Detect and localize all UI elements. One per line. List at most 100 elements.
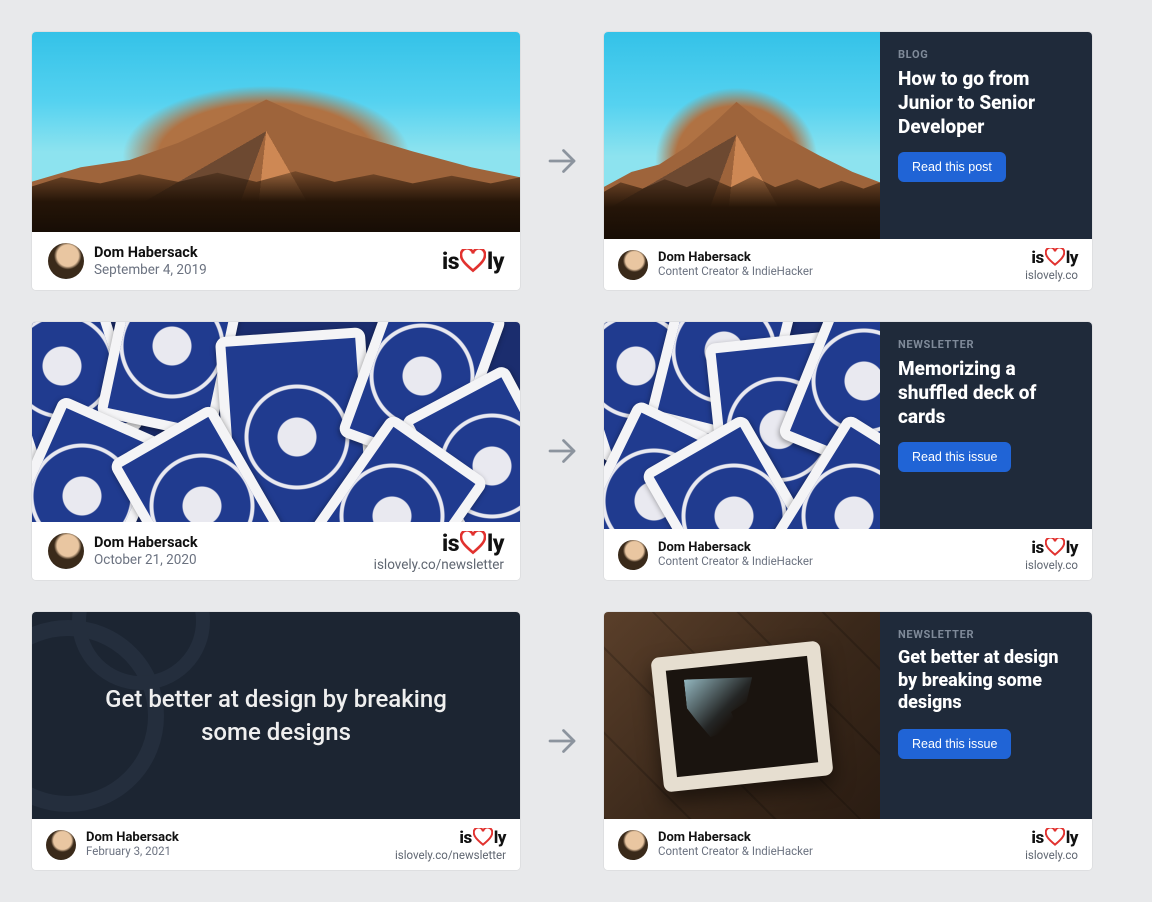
arrow-icon [544, 143, 580, 179]
site-url: islovely.co [1025, 268, 1078, 282]
comparison-row: Dom Habersack October 21, 2020 is ly isl… [32, 322, 1120, 580]
brand-suffix: ly [1066, 538, 1078, 558]
author-name: Dom Habersack [94, 244, 207, 261]
author-block: Dom Habersack Content Creator & IndieHac… [618, 250, 813, 280]
post-date: February 3, 2021 [86, 845, 179, 859]
after-card: NEWSLETTER Get better at design by break… [604, 612, 1092, 870]
brand-logo: is ly [374, 530, 504, 557]
author-name: Dom Habersack [658, 250, 813, 266]
avatar [48, 533, 84, 569]
author-role: Content Creator & IndieHacker [658, 845, 813, 859]
brand-suffix: ly [487, 248, 504, 275]
arrow-icon [544, 723, 580, 759]
brand-logo: is ly [442, 248, 504, 275]
heart-icon [460, 531, 486, 555]
card-footer: Dom Habersack October 21, 2020 is ly isl… [32, 522, 520, 580]
site-url: islovely.co/newsletter [374, 557, 504, 573]
site-url: islovely.co/newsletter [395, 848, 506, 862]
site-url: islovely.co [1025, 848, 1078, 862]
heart-icon [460, 249, 486, 273]
avatar [618, 540, 648, 570]
before-card: Dom Habersack September 4, 2019 is ly [32, 32, 520, 290]
comparison-row: Dom Habersack September 4, 2019 is ly [32, 32, 1120, 290]
author-name: Dom Habersack [658, 540, 813, 556]
comparison-grid: Dom Habersack September 4, 2019 is ly [32, 32, 1120, 870]
after-card: BLOG How to go from Junior to Senior Dev… [604, 32, 1092, 290]
brand-logo: is ly [1025, 248, 1078, 268]
author-block: Dom Habersack February 3, 2021 [46, 830, 179, 860]
author-name: Dom Habersack [94, 534, 198, 551]
author-block: Dom Habersack October 21, 2020 [48, 533, 198, 569]
heart-icon [1045, 538, 1065, 556]
card-footer: Dom Habersack Content Creator & IndieHac… [604, 819, 1092, 870]
post-title: Get better at design by breaking some de… [898, 647, 1074, 715]
avatar [618, 250, 648, 280]
card-footer: Dom Habersack Content Creator & IndieHac… [604, 239, 1092, 290]
brand-prefix: is [1031, 538, 1043, 558]
before-card: Dom Habersack October 21, 2020 is ly isl… [32, 322, 520, 580]
author-role: Content Creator & IndieHacker [658, 265, 813, 279]
brand-suffix: ly [487, 530, 504, 557]
brand-logo: is ly [1025, 828, 1078, 848]
author-role: Content Creator & IndieHacker [658, 555, 813, 569]
post-title: Memorizing a shuffled deck of cards [898, 357, 1074, 428]
author-name: Dom Habersack [658, 830, 813, 846]
avatar [46, 830, 76, 860]
slide-title: Get better at design by breaking some de… [86, 683, 466, 748]
brand-block: is ly [442, 248, 504, 275]
read-issue-button[interactable]: Read this issue [898, 442, 1011, 472]
brand-suffix: ly [1066, 828, 1078, 848]
card-slide-dark: Get better at design by breaking some de… [32, 612, 520, 819]
brand-suffix: ly [1066, 248, 1078, 268]
avatar [618, 830, 648, 860]
card-panel: BLOG How to go from Junior to Senior Dev… [880, 32, 1092, 239]
card-image-broken-tv [604, 612, 880, 819]
brand-block: is ly islovely.co/newsletter [395, 828, 506, 862]
arrow-icon [544, 433, 580, 469]
before-card: Get better at design by breaking some de… [32, 612, 520, 870]
brand-prefix: is [1031, 828, 1043, 848]
post-category: NEWSLETTER [898, 628, 1074, 641]
avatar [48, 243, 84, 279]
comparison-row: Get better at design by breaking some de… [32, 612, 1120, 870]
card-image-mountain [32, 32, 520, 232]
brand-prefix: is [442, 530, 459, 557]
post-category: NEWSLETTER [898, 338, 1074, 351]
card-panel: NEWSLETTER Memorizing a shuffled deck of… [880, 322, 1092, 529]
post-title: How to go from Junior to Senior Develope… [898, 67, 1074, 138]
author-block: Dom Habersack Content Creator & IndieHac… [618, 830, 813, 860]
card-footer: Dom Habersack September 4, 2019 is ly [32, 232, 520, 290]
author-block: Dom Habersack September 4, 2019 [48, 243, 207, 279]
read-post-button[interactable]: Read this post [898, 152, 1006, 182]
brand-logo: is ly [395, 828, 506, 848]
brand-prefix: is [459, 828, 471, 848]
brand-block: is ly islovely.co [1025, 248, 1078, 282]
card-split: NEWSLETTER Memorizing a shuffled deck of… [604, 322, 1092, 529]
card-split: NEWSLETTER Get better at design by break… [604, 612, 1092, 819]
site-url: islovely.co [1025, 558, 1078, 572]
read-issue-button[interactable]: Read this issue [898, 729, 1011, 759]
card-panel: NEWSLETTER Get better at design by break… [880, 612, 1092, 819]
card-image-cards [32, 322, 520, 522]
brand-prefix: is [442, 248, 459, 275]
heart-icon [1045, 828, 1065, 846]
heart-icon [1045, 248, 1065, 266]
brand-prefix: is [1031, 248, 1043, 268]
card-image-mountain [604, 32, 880, 239]
card-footer: Dom Habersack Content Creator & IndieHac… [604, 529, 1092, 580]
card-footer: Dom Habersack February 3, 2021 is ly isl… [32, 819, 520, 870]
brand-logo: is ly [1025, 538, 1078, 558]
post-category: BLOG [898, 48, 1074, 61]
brand-block: is ly islovely.co/newsletter [374, 530, 504, 573]
after-card: NEWSLETTER Memorizing a shuffled deck of… [604, 322, 1092, 580]
post-date: September 4, 2019 [94, 262, 207, 278]
brand-block: is ly islovely.co [1025, 538, 1078, 572]
author-block: Dom Habersack Content Creator & IndieHac… [618, 540, 813, 570]
author-name: Dom Habersack [86, 830, 179, 846]
card-image-cards [604, 322, 880, 529]
heart-icon [473, 828, 493, 846]
brand-block: is ly islovely.co [1025, 828, 1078, 862]
post-date: October 21, 2020 [94, 552, 198, 568]
brand-suffix: ly [494, 828, 506, 848]
card-split: BLOG How to go from Junior to Senior Dev… [604, 32, 1092, 239]
